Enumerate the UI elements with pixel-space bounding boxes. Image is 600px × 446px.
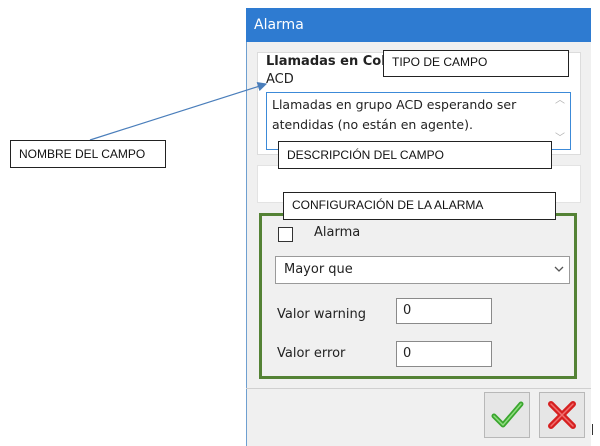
chevron-down-icon <box>553 257 565 293</box>
annotation-nombre-del-campo: NOMBRE DEL CAMPO <box>10 140 166 168</box>
annotation-tipo-de-campo: TIPO DE CAMPO <box>383 50 569 77</box>
annotation-descripcion-del-campo: DESCRIPCIÓN DEL CAMPO <box>278 141 552 169</box>
alarm-checkbox[interactable] <box>278 227 293 242</box>
warning-input[interactable]: 0 <box>396 298 492 324</box>
scroll-down-icon[interactable]: ﹀ <box>553 132 567 146</box>
ok-button[interactable] <box>484 392 530 438</box>
condition-select-value: Mayor que <box>284 262 353 277</box>
field-type: ACD <box>266 72 294 87</box>
window-edge-mark <box>592 424 593 435</box>
button-bar-divider <box>246 388 591 389</box>
scroll-up-icon[interactable]: ︿ <box>553 94 567 108</box>
window-title: Alarma <box>246 8 591 42</box>
description-scrollbar[interactable]: ︿ ﹀ <box>551 94 569 148</box>
condition-select[interactable]: Mayor que <box>275 256 570 284</box>
check-icon <box>491 401 524 428</box>
alarm-checkbox-label: Alarma <box>314 225 361 240</box>
cancel-button[interactable] <box>539 392 585 438</box>
annotation-configuracion-alarma: CONFIGURACIÓN DE LA ALARMA <box>283 192 556 220</box>
field-name: Llamadas en Cola <box>266 54 395 69</box>
x-icon <box>548 401 576 429</box>
error-label: Valor error <box>277 346 346 361</box>
error-input[interactable]: 0 <box>396 341 492 367</box>
warning-label: Valor warning <box>277 307 366 322</box>
